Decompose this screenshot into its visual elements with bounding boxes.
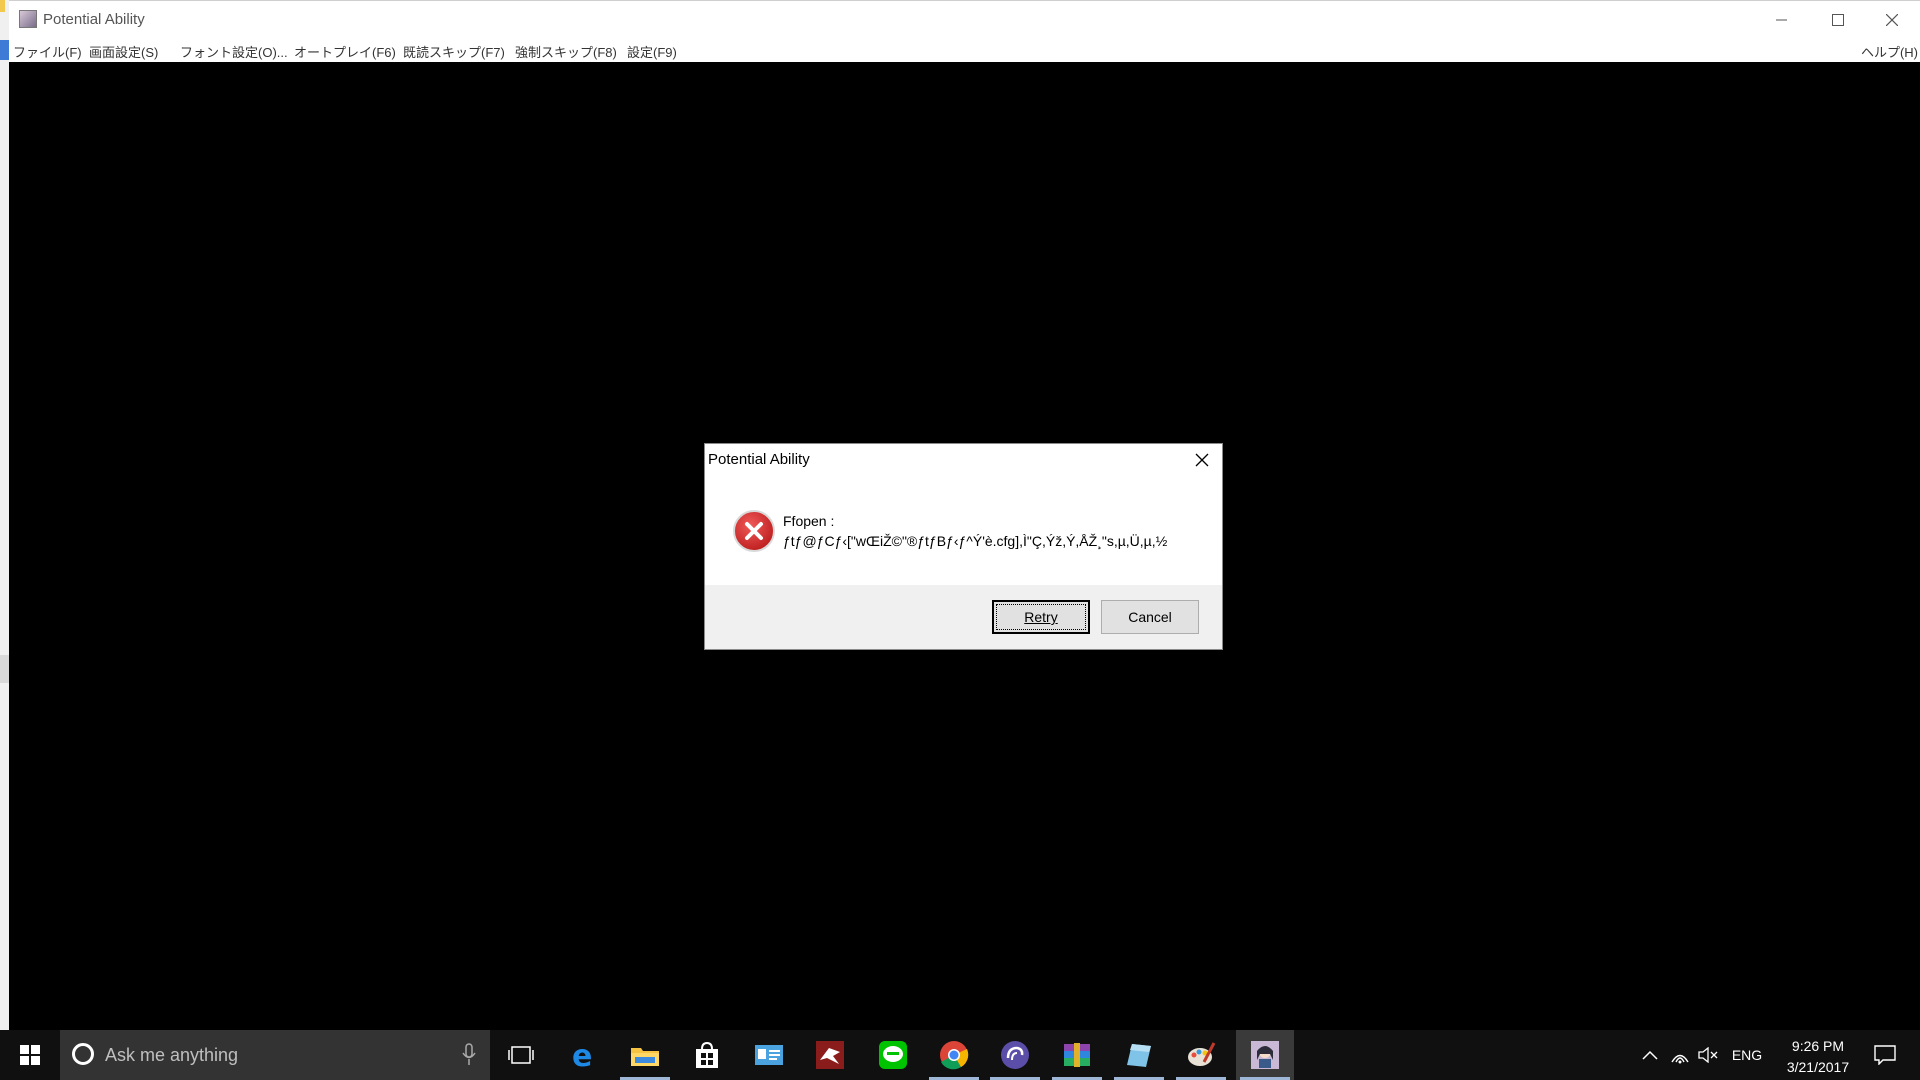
archive-books-icon bbox=[1064, 1043, 1090, 1067]
store-button[interactable] bbox=[678, 1030, 736, 1080]
taskbar: Ask me anything e ENG 9:26 PM 3/21/2017 bbox=[0, 1030, 1920, 1080]
message-line-1: Ffopen : bbox=[783, 513, 835, 529]
menu-force-skip[interactable]: 強制スキップ(F8) bbox=[515, 42, 617, 61]
bird-app-icon bbox=[816, 1041, 844, 1069]
retry-button[interactable]: Retry bbox=[992, 600, 1090, 634]
menu-read-skip[interactable]: 既読スキップ(F7) bbox=[403, 42, 505, 61]
maximize-button[interactable] bbox=[1810, 1, 1866, 39]
show-hidden-icons-button[interactable] bbox=[1637, 1030, 1663, 1080]
clock[interactable]: 9:26 PM 3/21/2017 bbox=[1770, 1036, 1866, 1078]
wifi-icon bbox=[1671, 1054, 1689, 1064]
paint-button[interactable] bbox=[1172, 1030, 1230, 1080]
svg-text:e: e bbox=[572, 1041, 592, 1069]
menu-autoplay[interactable]: オートプレイ(F6) bbox=[294, 42, 396, 61]
folder-icon bbox=[631, 1048, 659, 1066]
error-icon bbox=[733, 510, 775, 552]
clock-date: 3/21/2017 bbox=[1786, 1059, 1850, 1075]
dialog-title: Potential Ability bbox=[708, 451, 810, 468]
tablet-icon bbox=[1127, 1044, 1151, 1067]
dialog-message: Ffopen : ƒtƒ@ƒCƒ‹["wŒiŽ©"®ƒtƒBƒ‹ƒ^Ý'è.cf… bbox=[783, 511, 1167, 551]
microphone-icon[interactable] bbox=[462, 1043, 476, 1067]
title-bar[interactable]: Potential Ability bbox=[9, 0, 1920, 38]
close-icon bbox=[1195, 453, 1209, 467]
line-chat-icon bbox=[879, 1041, 907, 1069]
menu-settings[interactable]: 設定(F9) bbox=[627, 42, 677, 61]
paint-palette-icon bbox=[1188, 1042, 1216, 1066]
bird-app-button[interactable] bbox=[801, 1030, 859, 1080]
maximize-icon bbox=[1832, 14, 1844, 26]
window-title: Potential Ability bbox=[43, 11, 145, 28]
clock-time: 9:26 PM bbox=[1791, 1038, 1845, 1054]
chrome-icon bbox=[940, 1041, 969, 1070]
desktop-scroll-fragment bbox=[0, 655, 9, 683]
cortana-icon bbox=[72, 1043, 94, 1065]
task-view-button[interactable] bbox=[492, 1030, 550, 1080]
speaker-muted-icon bbox=[1698, 1047, 1718, 1063]
start-button[interactable] bbox=[0, 1030, 60, 1080]
dialog-close-button[interactable] bbox=[1188, 447, 1216, 473]
desktop-folder-fragment bbox=[0, 0, 5, 12]
search-placeholder: Ask me anything bbox=[105, 1045, 239, 1065]
error-dialog: Potential Ability Ffopen : ƒtƒ@ƒCƒ‹["wŒi… bbox=[704, 443, 1223, 650]
menu-help[interactable]: ヘルプ(H) bbox=[1861, 42, 1918, 61]
cortana-search-box[interactable]: Ask me anything bbox=[60, 1030, 490, 1080]
tablet-app-button[interactable] bbox=[1110, 1030, 1168, 1080]
chrome-button[interactable] bbox=[925, 1030, 983, 1080]
message-line-2: ƒtƒ@ƒCƒ‹["wŒiŽ©"®ƒtƒBƒ‹ƒ^Ý'è.cfg],Ì"Ç,Ýž… bbox=[783, 533, 1168, 549]
game-character-icon bbox=[1251, 1041, 1279, 1069]
menu-font-settings[interactable]: フォント設定(O)... bbox=[180, 42, 288, 61]
menu-file[interactable]: ファイル(F) bbox=[13, 42, 82, 61]
language-indicator[interactable]: ENG bbox=[1725, 1030, 1769, 1080]
contact-card-icon bbox=[755, 1045, 783, 1065]
torrent-button[interactable] bbox=[986, 1030, 1044, 1080]
edge-icon: e bbox=[572, 1041, 592, 1069]
dialog-button-bar: Retry Cancel bbox=[705, 585, 1222, 649]
app-icon bbox=[19, 10, 37, 28]
close-icon bbox=[1886, 14, 1898, 26]
close-window-button[interactable] bbox=[1864, 1, 1920, 39]
menu-bar: ファイル(F) 画面設定(S) フォント設定(O)... オートプレイ(F6) … bbox=[9, 38, 1920, 62]
action-center-button[interactable] bbox=[1862, 1030, 1908, 1080]
file-explorer-button[interactable] bbox=[616, 1030, 674, 1080]
line-button[interactable] bbox=[864, 1030, 922, 1080]
contact-card-button[interactable] bbox=[740, 1030, 798, 1080]
store-icon bbox=[696, 1041, 718, 1068]
torrent-icon bbox=[1001, 1041, 1029, 1069]
game-app-button[interactable] bbox=[1236, 1030, 1294, 1080]
desktop-selection-fragment bbox=[0, 40, 9, 60]
chevron-up-icon bbox=[1642, 1050, 1658, 1060]
network-button[interactable] bbox=[1667, 1030, 1693, 1080]
minimize-button[interactable] bbox=[1754, 1, 1810, 39]
minimize-icon bbox=[1776, 19, 1787, 21]
task-view-icon bbox=[508, 1046, 534, 1064]
edge-button[interactable]: e bbox=[555, 1030, 613, 1080]
notification-icon bbox=[1874, 1045, 1896, 1065]
winrar-button[interactable] bbox=[1048, 1030, 1106, 1080]
menu-screen-settings[interactable]: 画面設定(S) bbox=[89, 42, 158, 61]
windows-logo-icon bbox=[20, 1045, 40, 1065]
cancel-button[interactable]: Cancel bbox=[1101, 600, 1199, 634]
volume-button[interactable] bbox=[1695, 1030, 1721, 1080]
desktop-edge bbox=[0, 0, 9, 1030]
